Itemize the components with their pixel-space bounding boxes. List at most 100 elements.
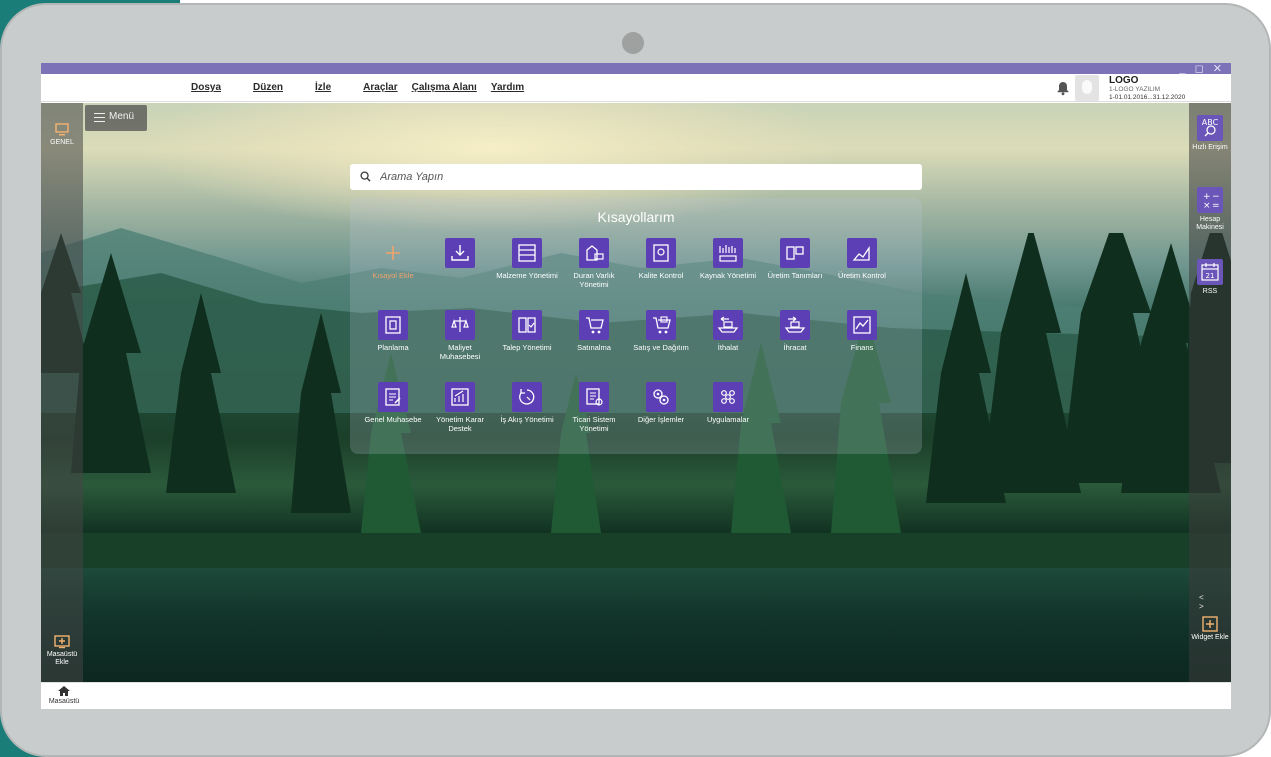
search-icon — [360, 171, 371, 182]
rail-hesap-makinesi[interactable]: + − × = Hesap Makinesi — [1189, 187, 1231, 232]
menu-dosya[interactable]: Dosya — [191, 82, 221, 93]
bell-icon[interactable] — [1055, 80, 1071, 96]
search-bar[interactable] — [350, 164, 922, 190]
shortcut-tile-resource[interactable]: Kaynak Yönetimi — [695, 238, 761, 280]
shortcut-label: Malzeme Yönetimi — [496, 271, 558, 280]
menu-yardim[interactable]: Yardım — [491, 82, 524, 93]
shortcut-label: Uygulamalar — [706, 415, 750, 424]
shortcut-label: Ticari Sistem Yönetimi — [572, 415, 616, 433]
taskbar: Masaüstü — [41, 682, 1231, 709]
company-sub: 1-LOGO YAZILIM — [1109, 86, 1161, 93]
commerce-icon — [579, 382, 609, 412]
shortcut-label: Kalite Kontrol — [638, 271, 684, 280]
workflow-icon — [512, 382, 542, 412]
shortcut-tile-finance[interactable]: Finans — [829, 310, 895, 352]
shortcut-label: Kısayol Ekle — [372, 271, 414, 280]
shortcut-label: Üretim Tanımları — [767, 271, 823, 280]
home-label: Masaüstü — [48, 698, 80, 705]
menu-calisma-alani[interactable]: Çalışma Alanı — [412, 82, 477, 93]
svg-text:×: × — [1203, 201, 1211, 211]
rail-hizli-erisim-label: Hızlı Erişim — [1192, 144, 1228, 151]
shortcut-tile-workflow[interactable]: İş Akış Yönetimi — [494, 382, 560, 424]
shortcut-tile-purchase[interactable]: Satınalma — [561, 310, 627, 352]
rail-genel-label: GENEL — [50, 139, 74, 146]
shortcut-label: İş Akış Yönetimi — [500, 415, 554, 424]
shortcut-tile-material[interactable]: Malzeme Yönetimi — [494, 238, 560, 280]
shortcut-label: Diğer İşlemler — [637, 415, 685, 424]
gears-icon — [646, 382, 676, 412]
calendar-icon: 21 — [1197, 259, 1223, 285]
shortcut-tile-decision[interactable]: Yönetim Karar Destek — [427, 382, 493, 433]
menu-button[interactable]: Menü — [85, 105, 147, 131]
rail-rss-label: RSS — [1202, 288, 1218, 295]
company-info[interactable]: LOGO 1-LOGO YAZILIM 1-01.01.2016...31.12… — [1109, 76, 1185, 101]
menu-button-label: Menü — [109, 111, 135, 122]
shortcut-tile-sales[interactable]: Satış ve Dağıtım — [628, 310, 694, 352]
shortcut-tile-add-shortcut[interactable]: Kısayol Ekle — [360, 238, 426, 280]
rail-genel[interactable]: GENEL — [41, 123, 83, 147]
rail-rss[interactable]: 21 RSS — [1189, 259, 1231, 296]
shortcut-label: Satış ve Dağıtım — [633, 343, 689, 352]
shortcuts-title: Kısayollarım — [597, 209, 675, 225]
request-icon — [512, 310, 542, 340]
left-rail: GENEL Masaüstü Ekle — [41, 103, 83, 682]
download-icon — [445, 238, 475, 268]
shortcut-tile-cost[interactable]: Maliyet Muhasebesi — [427, 310, 493, 361]
shortcut-tile-planning[interactable]: Planlama — [360, 310, 426, 352]
avatar[interactable] — [1075, 75, 1099, 101]
sales-icon — [646, 310, 676, 340]
shortcut-label: Planlama — [377, 343, 409, 352]
production-def-icon — [780, 238, 810, 268]
shortcut-tile-commerce[interactable]: Ticari Sistem Yönetimi — [561, 382, 627, 433]
menu-araclar[interactable]: Araçlar — [363, 82, 397, 93]
material-icon — [512, 238, 542, 268]
rail-masaustu-ekle[interactable]: Masaüstü Ekle — [41, 635, 83, 667]
shortcut-tile-production-def[interactable]: Üretim Tanımları — [762, 238, 828, 280]
shortcut-label: Finans — [850, 343, 874, 352]
shortcut-tile-production-control[interactable]: Üretim Kontrol — [829, 238, 895, 280]
shortcut-tile-download[interactable] — [427, 238, 493, 271]
rail-widget-ekle[interactable]: Widget Ekle — [1189, 616, 1231, 642]
shortcut-label: Üretim Kontrol — [838, 271, 886, 280]
production-control-icon — [847, 238, 877, 268]
export-icon — [780, 310, 810, 340]
shortcut-tile-quality[interactable]: Kalite Kontrol — [628, 238, 694, 280]
home-button[interactable]: Masaüstü — [44, 686, 84, 705]
svg-text:21: 21 — [1206, 272, 1215, 280]
purchase-icon — [579, 310, 609, 340]
shortcut-tile-asset[interactable]: Duran Varlık Yönetimi — [561, 238, 627, 289]
menu-izle[interactable]: İzle — [315, 82, 331, 93]
shortcut-label: Talep Yönetimi — [502, 343, 552, 352]
planning-icon — [378, 310, 408, 340]
abc-search-icon: ABC — [1197, 115, 1223, 141]
shortcut-label: Duran Varlık Yönetimi — [573, 271, 615, 289]
widget-paging[interactable]: < > — [1199, 593, 1231, 611]
shortcut-label: İthalat — [717, 343, 739, 352]
rail-widget-ekle-label: Widget Ekle — [1191, 634, 1229, 641]
shortcut-tile-apps[interactable]: Uygulamalar — [695, 382, 761, 424]
resource-icon — [713, 238, 743, 268]
rail-hizli-erisim[interactable]: ABC Hızlı Erişim — [1189, 115, 1231, 152]
monitor-icon — [55, 123, 69, 136]
add-shortcut-icon — [378, 238, 408, 268]
menubar: Dosya Düzen İzle Araçlar Çalışma Alanı Y… — [41, 74, 1231, 102]
company-name: LOGO — [1109, 75, 1139, 86]
shortcut-tile-import[interactable]: İthalat — [695, 310, 761, 352]
calculator-icon: + − × = — [1197, 187, 1223, 213]
shortcut-tile-export[interactable]: İhracat — [762, 310, 828, 352]
home-icon — [58, 686, 70, 696]
menu-duzen[interactable]: Düzen — [253, 82, 283, 93]
add-widget-icon — [1202, 616, 1218, 632]
shortcut-tile-accounting[interactable]: Genel Muhasebe — [360, 382, 426, 424]
finance-icon — [847, 310, 877, 340]
add-icon — [54, 635, 70, 649]
shortcut-tile-request[interactable]: Talep Yönetimi — [494, 310, 560, 352]
shortcuts-panel: Kısayollarım Kısayol Ekle Malzeme Yönetim… — [350, 198, 922, 454]
search-input[interactable] — [380, 164, 910, 190]
shortcut-label: Kaynak Yönetimi — [699, 271, 757, 280]
accounting-icon — [378, 382, 408, 412]
shortcut-tile-gears[interactable]: Diğer İşlemler — [628, 382, 694, 424]
lake — [41, 568, 1231, 682]
title-strip: _ ◻ ✕ — [41, 63, 1231, 75]
shortcut-label: Maliyet Muhasebesi — [439, 343, 481, 361]
